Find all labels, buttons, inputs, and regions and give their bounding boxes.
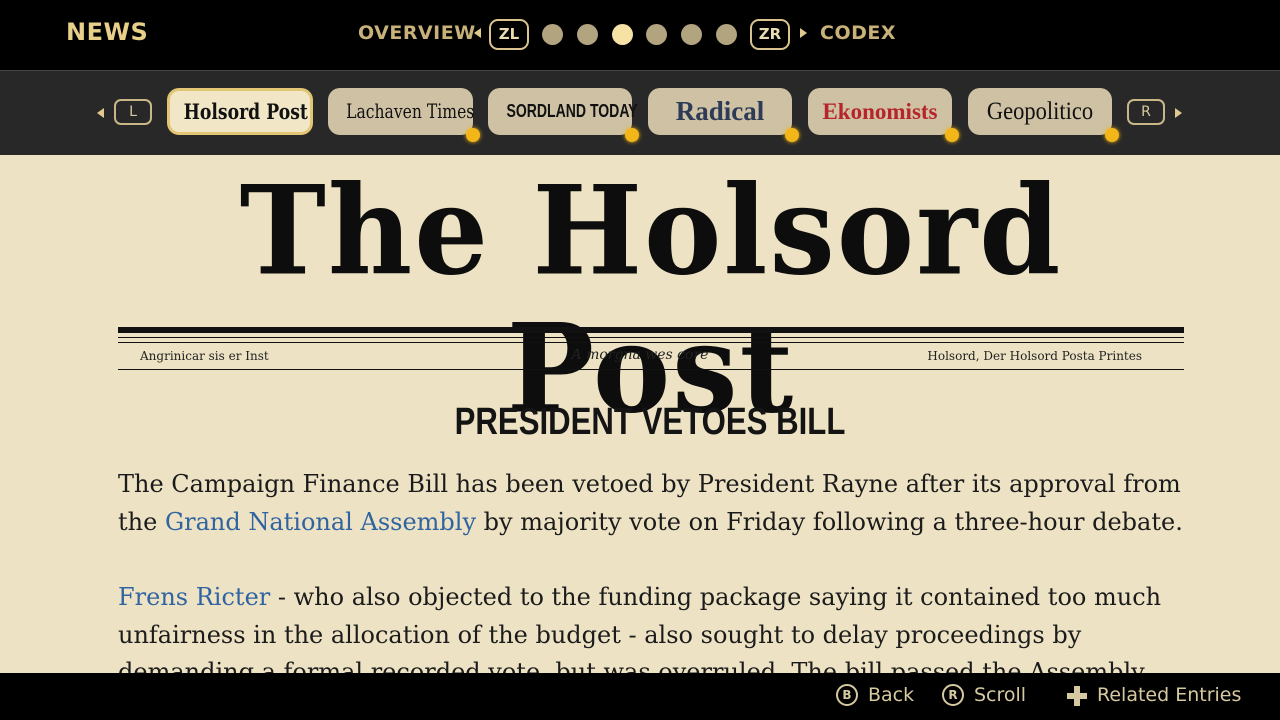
l-button[interactable]: L bbox=[114, 99, 152, 125]
prev-tab-arrow-icon bbox=[97, 108, 104, 118]
page-dot[interactable] bbox=[681, 24, 702, 45]
masthead-divider bbox=[118, 342, 1184, 343]
tab-label: Holsord Post bbox=[183, 99, 308, 124]
tab-label: Geopolitico bbox=[986, 98, 1094, 125]
codex-link-frens-ricter[interactable]: Frens Ricter bbox=[118, 583, 270, 611]
codex-section-link[interactable]: CODEX bbox=[820, 22, 896, 44]
scroll-hint[interactable]: Scroll bbox=[974, 684, 1026, 706]
notification-dot-icon bbox=[1105, 128, 1119, 142]
tab-radical[interactable]: Radical bbox=[648, 88, 799, 142]
zr-button[interactable]: ZR bbox=[750, 19, 790, 50]
notification-dot-icon bbox=[625, 128, 639, 142]
page-dot[interactable] bbox=[542, 24, 563, 45]
tab-label: Lachaven Times bbox=[346, 99, 475, 123]
tab-label: SORDLAND TODAY bbox=[506, 101, 638, 121]
newspaper-tab-bar: L Holsord Post Lachaven Times SORDLAND T… bbox=[0, 70, 1280, 155]
page-dot[interactable] bbox=[646, 24, 667, 45]
article-headline: PRESIDENT VETOES BILL bbox=[454, 401, 846, 443]
newspaper-masthead: The Holsord Post bbox=[239, 159, 1063, 441]
tab-holsord-post[interactable]: Holsord Post bbox=[167, 88, 313, 135]
tab-label: Ekonomists bbox=[822, 99, 938, 124]
masthead-divider bbox=[118, 337, 1184, 338]
notification-dot-icon bbox=[466, 128, 480, 142]
next-tab-arrow-icon bbox=[1175, 108, 1182, 118]
tab-lachaven-times[interactable]: Lachaven Times bbox=[328, 88, 480, 142]
zl-button[interactable]: ZL bbox=[489, 19, 529, 50]
notification-dot-icon bbox=[945, 128, 959, 142]
paragraph-text: by majority vote on Friday following a t… bbox=[476, 507, 1183, 536]
tab-sordland-today[interactable]: SORDLAND TODAY bbox=[488, 88, 639, 142]
b-button-icon: B bbox=[836, 684, 858, 706]
masthead-divider bbox=[118, 369, 1184, 370]
article-paragraph: The Campaign Finance Bill has been vetoe… bbox=[118, 466, 1188, 541]
next-arrow-icon bbox=[800, 28, 807, 38]
screen-title: NEWS bbox=[66, 18, 149, 46]
tab-ekonomists[interactable]: Ekonomists bbox=[808, 88, 959, 142]
top-nav-bar: NEWS OVERVIEW ZL ZR CODEX bbox=[0, 0, 1280, 70]
plus-icon bbox=[1067, 686, 1087, 706]
button-hint-bar: B Back R Scroll Related Entries bbox=[0, 673, 1280, 720]
notification-dot-icon bbox=[785, 128, 799, 142]
r-stick-icon: R bbox=[942, 684, 964, 706]
overview-section-link[interactable]: OVERVIEW bbox=[358, 22, 476, 44]
masthead-divider bbox=[118, 327, 1184, 333]
article-paragraph: Frens Ricter - who also objected to the … bbox=[118, 579, 1188, 673]
page-dot-active[interactable] bbox=[612, 24, 633, 45]
codex-link-grand-national-assembly[interactable]: Grand National Assembly bbox=[165, 508, 476, 536]
masthead-subline-right: Holsord, Der Holsord Posta Printes bbox=[927, 349, 1142, 363]
paragraph-text: - who also objected to the funding packa… bbox=[118, 583, 1162, 673]
tab-label: Radical bbox=[675, 96, 765, 126]
related-entries-hint[interactable]: Related Entries bbox=[1097, 684, 1241, 706]
r-button[interactable]: R bbox=[1127, 99, 1165, 125]
back-hint[interactable]: Back bbox=[868, 684, 914, 706]
page-dot[interactable] bbox=[577, 24, 598, 45]
prev-arrow-icon bbox=[474, 28, 481, 38]
page-dot[interactable] bbox=[716, 24, 737, 45]
newspaper-page[interactable]: The Holsord Post Angrinicar sis er Inst … bbox=[0, 155, 1280, 673]
tab-geopolitico[interactable]: Geopolitico bbox=[968, 88, 1119, 142]
